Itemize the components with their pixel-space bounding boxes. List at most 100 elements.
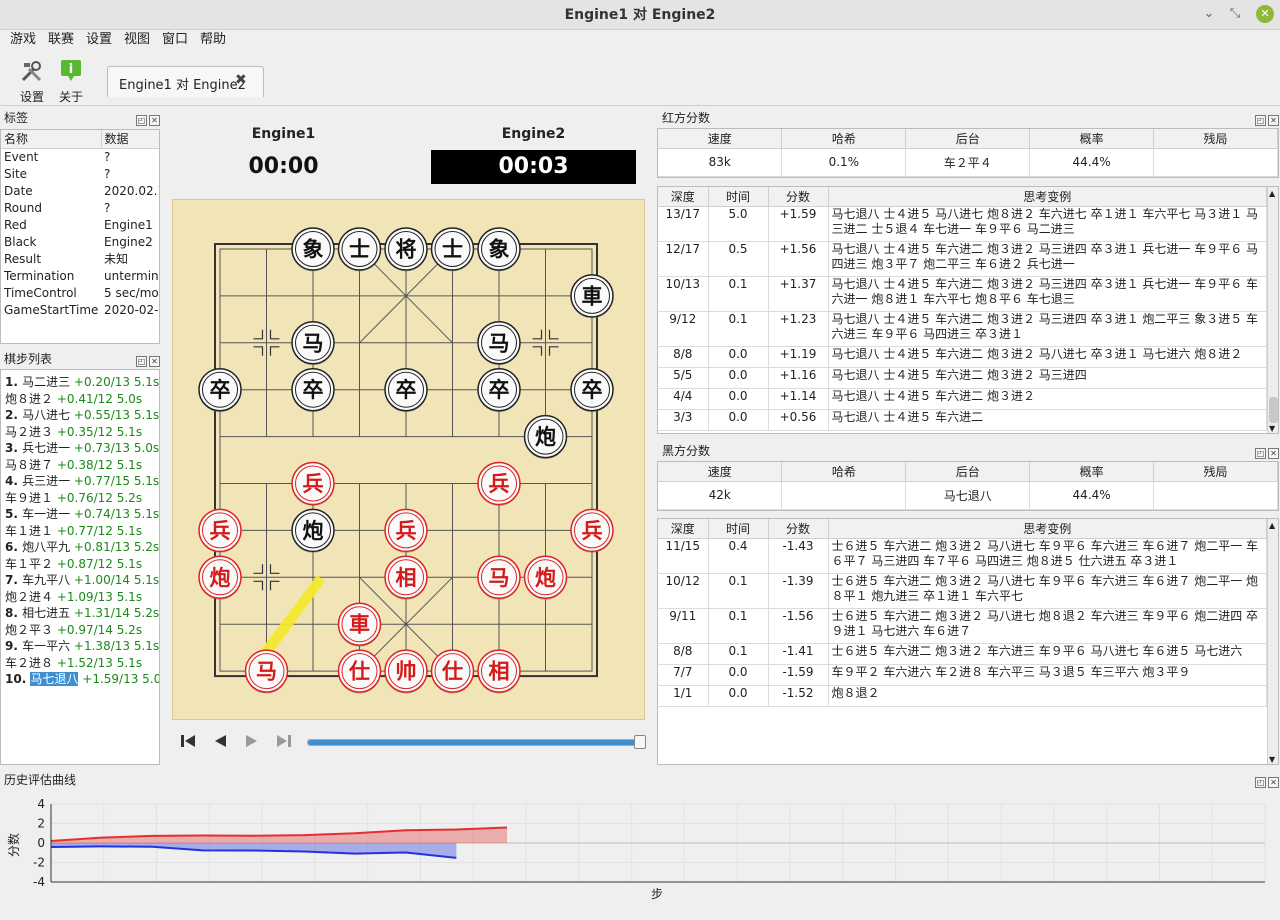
move-black[interactable]: 车１进１ +0.77/12 5.1s: [5, 523, 159, 540]
red-piece[interactable]: 兵: [291, 461, 335, 507]
red-piece[interactable]: 兵: [384, 508, 428, 553]
move-red[interactable]: 1. 马二进三 +0.20/13 5.1s: [5, 374, 159, 391]
restore-icon[interactable]: ⤡: [1226, 5, 1244, 23]
col-score[interactable]: 分数: [768, 187, 829, 207]
move-red[interactable]: 3. 兵七进一 +0.73/13 5.0s: [5, 440, 159, 457]
move-black[interactable]: 车９进１ +0.76/12 5.2s: [5, 490, 159, 507]
moves-list[interactable]: 1. 马二进三 +0.20/13 5.1s 炮８进２ +0.41/12 5.0s 2…: [0, 369, 160, 765]
close-icon[interactable]: ✕: [1256, 5, 1274, 23]
move-notation[interactable]: 车１进１: [5, 524, 53, 538]
tags-col-name[interactable]: 名称: [1, 130, 102, 149]
col-hash[interactable]: 哈希: [781, 462, 907, 482]
move-notation[interactable]: 炮八平九: [22, 540, 70, 554]
black-piece[interactable]: 马: [291, 321, 335, 366]
table-row[interactable]: Result 未知: [1, 251, 159, 268]
table-row[interactable]: 8/8 0.0 +1.19 马七退八 士４进５ 车六进二 炮３进２ 马八进七 卒３进１…: [658, 346, 1267, 368]
black-piece[interactable]: 卒: [384, 367, 428, 413]
col-speed[interactable]: 速度: [658, 462, 783, 482]
prev-move-button[interactable]: [210, 733, 230, 753]
red-piece[interactable]: 马: [477, 555, 521, 600]
tags-col-data[interactable]: 数据: [101, 130, 159, 149]
col-ponder[interactable]: 后台: [905, 462, 1031, 482]
scroll-up-icon[interactable]: ▲: [1269, 189, 1275, 198]
float-icon[interactable]: ◰: [136, 356, 147, 367]
move-notation[interactable]: 车一平六: [22, 639, 70, 653]
float-icon[interactable]: ◰: [136, 115, 147, 126]
black-piece[interactable]: 卒: [198, 367, 242, 413]
close-icon[interactable]: ✕: [1268, 777, 1279, 788]
table-row[interactable]: Round?: [1, 200, 159, 217]
float-icon[interactable]: ◰: [1255, 115, 1266, 126]
col-tablebase[interactable]: 残局: [1153, 129, 1278, 149]
black-piece[interactable]: 马: [477, 321, 521, 366]
black-piece[interactable]: 士: [337, 227, 382, 272]
red-pv-scrollbar[interactable]: ▲ ▼: [1267, 187, 1278, 433]
move-red[interactable]: 8. 相七进五 +1.31/14 5.2s: [5, 605, 159, 622]
black-piece[interactable]: 象: [477, 227, 521, 272]
move-black[interactable]: 车２进８ +1.52/13 5.1s: [5, 655, 159, 672]
table-row[interactable]: Black Engine2: [1, 234, 159, 251]
float-icon[interactable]: ◰: [1255, 448, 1266, 459]
move-notation[interactable]: 相七进五: [22, 606, 70, 620]
move-notation[interactable]: 马８进７: [5, 458, 53, 472]
table-row[interactable]: Date 2020.02.1: [1, 183, 159, 200]
table-row[interactable]: Red Engine1: [1, 217, 159, 234]
red-piece[interactable]: 兵: [570, 508, 614, 553]
table-row[interactable]: 3/3 0.0 +0.56 马七退八 士４进５ 车六进二: [658, 409, 1267, 431]
table-row[interactable]: 4/4 0.0 +1.14 马七退八 士４进５ 车六进二 炮３进２: [658, 388, 1267, 410]
black-piece[interactable]: 炮: [291, 508, 335, 553]
move-black[interactable]: 炮２平３ +0.97/14 5.2s: [5, 622, 159, 639]
table-row[interactable]: 5/5 0.0 +1.16 马七退八 士４进５ 车六进二 炮３进２ 马三进四: [658, 367, 1267, 389]
menu-help[interactable]: 帮助: [200, 30, 226, 50]
table-row[interactable]: 9/12 0.1 +1.23 马七退八 士４进５ 车六进二 炮３进２ 马三进四 卒３进…: [658, 311, 1267, 347]
move-red[interactable]: 4. 兵三进一 +0.77/15 5.1s: [5, 473, 159, 490]
table-row[interactable]: 1/1 0.0 -1.52 炮８退２: [658, 685, 1267, 707]
black-piece[interactable]: 車: [570, 274, 614, 319]
table-row[interactable]: 7/7 0.0 -1.59 车９平２ 车六进六 车２进８ 车六平三 马３退５ 车三平六…: [658, 664, 1267, 686]
float-icon[interactable]: ◰: [1255, 777, 1266, 788]
table-row[interactable]: 10/13 0.1 +1.37 马七退八 士４进５ 车六进二 炮３进２ 马三进四 卒３…: [658, 276, 1267, 312]
black-piece[interactable]: 士: [430, 227, 475, 272]
move-red[interactable]: 7. 车九平八 +1.00/14 5.1s: [5, 572, 159, 589]
move-notation[interactable]: 马２进３: [5, 425, 53, 439]
move-red[interactable]: 5. 车一进一 +0.74/13 5.1s: [5, 506, 159, 523]
move-notation[interactable]: 马二进三: [22, 375, 70, 389]
table-row[interactable]: 11/15 0.4 -1.43 士６进５ 车六进二 炮３进２ 马八进七 车９平６ 车六…: [658, 538, 1267, 574]
close-icon[interactable]: ✕: [1268, 115, 1279, 126]
xiangqi-board[interactable]: 象士将士象車马 马卒卒卒卒卒炮炮兵 兵兵兵兵炮相马炮車马仕帅仕相: [172, 199, 645, 720]
red-piece[interactable]: 炮: [198, 555, 242, 600]
close-icon[interactable]: ✕: [149, 115, 160, 126]
black-piece[interactable]: 将: [384, 227, 428, 272]
table-row[interactable]: Event?: [1, 148, 159, 166]
scroll-up-icon[interactable]: ▲: [1269, 521, 1275, 530]
black-pv-box[interactable]: 深度 时间 分数 思考变例 11/15 0.4 -1.43 士６进５ 车六进二 炮３进…: [657, 518, 1279, 765]
table-row[interactable]: 10/12 0.1 -1.39 士６进５ 车六进二 炮３进２ 马八进七 车９平６ 车六…: [658, 573, 1267, 609]
red-piece[interactable]: 仕: [430, 649, 475, 694]
black-piece[interactable]: 卒: [291, 367, 335, 413]
black-piece[interactable]: 炮: [523, 414, 568, 460]
red-pv-box[interactable]: 深度 时间 分数 思考变例 13/17 5.0 +1.59 马七退八 士４进５ 马八进…: [657, 186, 1279, 434]
move-slider-track[interactable]: [307, 739, 642, 746]
move-slider-handle[interactable]: [634, 735, 646, 749]
scroll-thumb[interactable]: [1269, 397, 1278, 423]
table-row[interactable]: Termination untermina: [1, 268, 159, 285]
move-notation[interactable]: 兵七进一: [22, 441, 70, 455]
move-notation[interactable]: 车一进一: [22, 507, 70, 521]
red-piece[interactable]: 炮: [523, 555, 568, 600]
menu-view[interactable]: 视图: [124, 30, 150, 50]
scroll-down-icon[interactable]: ▼: [1269, 424, 1275, 433]
settings-button[interactable]: 设置: [12, 56, 52, 104]
move-red[interactable]: 10. 马七退八 +1.59/13 5.0s: [5, 671, 159, 688]
table-row[interactable]: Site?: [1, 166, 159, 183]
col-depth[interactable]: 深度: [658, 187, 709, 207]
red-piece[interactable]: 兵: [477, 461, 521, 507]
red-piece[interactable]: 马: [244, 649, 289, 694]
table-row[interactable]: 13/17 5.0 +1.59 马七退八 士４进５ 马八进七 炮８进２ 车六进七 卒１…: [658, 206, 1267, 242]
col-pv[interactable]: 思考变例: [828, 519, 1267, 539]
move-notation[interactable]: 车九平八: [22, 573, 70, 587]
move-red[interactable]: 2. 马八进七 +0.55/13 5.1s: [5, 407, 159, 424]
table-row[interactable]: TimeControl 5 sec/mov: [1, 285, 159, 302]
col-time[interactable]: 时间: [708, 519, 769, 539]
tab-game[interactable]: Engine1 对 Engine2 ✖: [107, 66, 264, 97]
menu-game[interactable]: 游戏: [10, 30, 36, 50]
